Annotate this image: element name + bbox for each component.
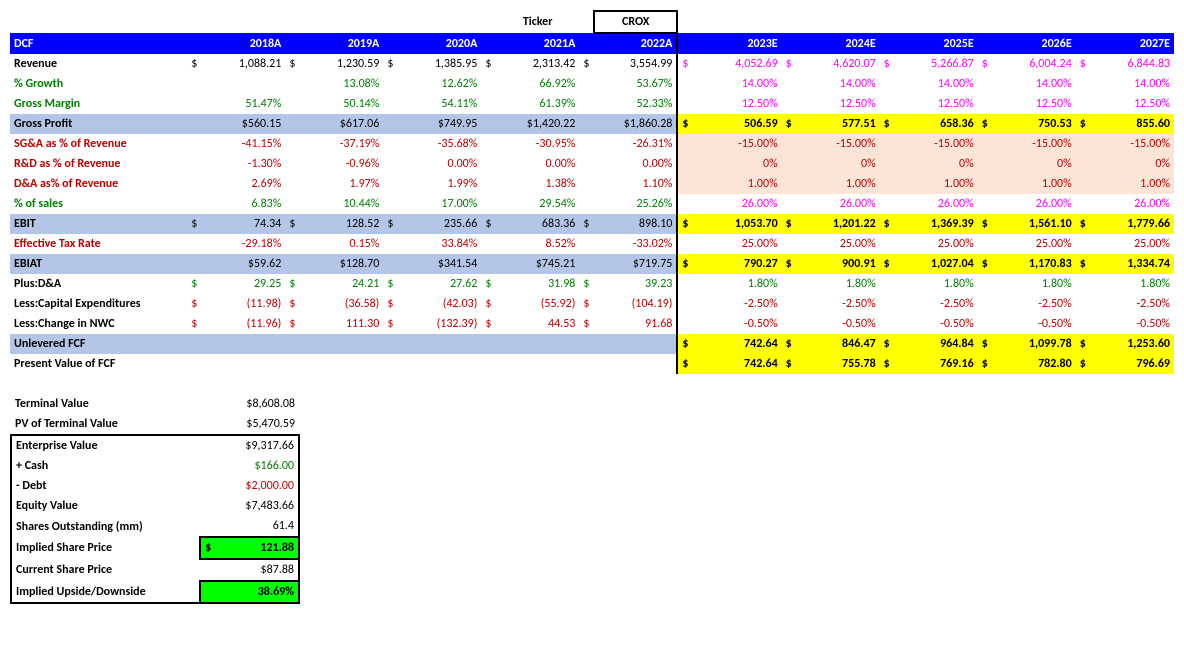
dcf-header: DCF [10,33,187,54]
row-gross-profit: Gross Profit$560.15$617.06$749.95$1,420.… [10,114,1174,134]
row-shares: Shares Outstanding (mm)61.4 [11,516,299,537]
row-cash: + Cash$166.00 [11,456,299,476]
row-ebit: EBIT$74.34$128.52$235.66$683.36$898.10 $… [10,214,1174,234]
row-terminal-value: Terminal Value$8,608.08 [11,394,299,414]
row-implied-price: Implied Share Price$121.88 [11,537,299,559]
row-debt: - Debt$2,000.00 [11,476,299,496]
dcf-model: Ticker CROX DCF 2018A2019A2020A2021A2022A… [10,10,1174,374]
row-rnd: R&D as % of Revenue-1.30%-0.96%0.00%0.00… [10,154,1174,174]
row-pv-fcf: Present Value of FCF $742.64$755.78$769.… [10,354,1174,374]
row-ufcf: Unlevered FCF $742.64$846.47$964.84$1,09… [10,334,1174,354]
row-ebiat: EBIAT$59.62$128.70$341.54$745.21$719.75 … [10,254,1174,274]
row-growth: % Growth13.08%12.62%66.92%53.67% 14.00%1… [10,74,1174,94]
row-sga: SG&A as % of Revenue-41.15%-37.19%-35.68… [10,134,1174,154]
row-capex: Less:Capital Expenditures$(11.98)$(36.58… [10,294,1174,314]
year-header: DCF 2018A2019A2020A2021A2022A 2023E2024E… [10,33,1174,54]
row-equity: Equity Value$7,483.66 [11,496,299,516]
ticker-label: Ticker [496,11,579,33]
ticker-row: Ticker CROX [10,11,1174,33]
row-da: D&A as% of Revenue2.69%1.97%1.99%1.38%1.… [10,174,1174,194]
row-nwc: Less:Change in NWC$(11.96)$111.30$(132.3… [10,314,1174,334]
row-plus-da: Plus:D&A$29.25$24.21$27.62$31.98$39.23 1… [10,274,1174,294]
row-gross-margin: Gross Margin51.47%50.14%54.11%61.39%52.3… [10,94,1174,114]
row-pct-sales: % of sales6.83%10.44%17.00%29.54%25.26% … [10,194,1174,214]
row-pv-terminal: PV of Terminal Value$5,470.59 [11,414,299,435]
row-upside: Implied Upside/Downside38.69% [11,581,299,603]
row-current-price: Current Share Price$87.88 [11,559,299,581]
row-revenue: Revenue $1,088.21$1,230.59$1,385.95$2,31… [10,54,1174,74]
row-tax: Effective Tax Rate-29.18%0.15%33.84%8.52… [10,234,1174,254]
ticker-value[interactable]: CROX [594,11,677,33]
row-ev: Enterprise Value$9,317.66 [11,435,299,456]
valuation-summary: Terminal Value$8,608.08 PV of Terminal V… [10,394,300,604]
